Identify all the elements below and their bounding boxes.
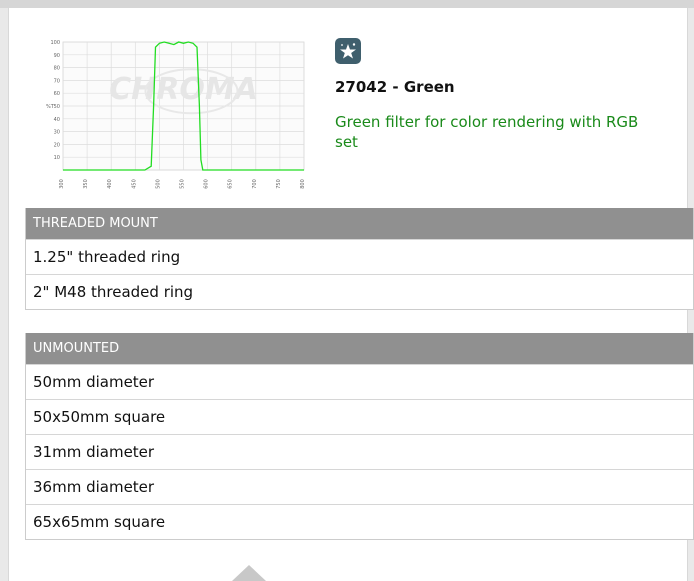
y-tick-label: 60	[54, 91, 60, 97]
x-tick-label: 300	[59, 179, 65, 189]
scroll-up-triangle-icon[interactable]	[232, 565, 266, 581]
y-tick-label: 10	[54, 155, 60, 161]
x-tick-label: 400	[107, 179, 113, 189]
y-tick-label: 80	[54, 66, 60, 72]
list-item[interactable]: 2" M48 threaded ring	[26, 274, 693, 309]
list-item[interactable]: 36mm diameter	[26, 469, 693, 504]
y-tick-label: 40	[54, 117, 60, 123]
sparkle-star-icon-glyph	[340, 43, 356, 59]
x-tick-label: 550	[180, 179, 186, 189]
x-tick-label: 600	[204, 179, 210, 189]
y-tick-label: 90	[54, 53, 60, 59]
card-left-border	[8, 8, 9, 581]
x-tick-label: 350	[83, 179, 89, 189]
section-header: UNMOUNTED	[26, 333, 693, 364]
transmission-chart: 10 20 30 40 50 60 70 80 90 100 300 350 400 450 500 550 6…	[36, 36, 312, 192]
y-tick-label: 30	[54, 130, 60, 136]
y-tick-label: 100	[50, 40, 60, 46]
section-threaded-mount: THREADED MOUNT 1.25" threaded ring 2" M4…	[25, 208, 694, 310]
y-axis-label: %T	[46, 104, 55, 110]
product-info: 27042 - Green Green filter for color ren…	[335, 38, 655, 152]
x-tick-label: 650	[228, 179, 234, 189]
list-item[interactable]: 1.25" threaded ring	[26, 239, 693, 274]
y-tick-label: 70	[54, 78, 60, 84]
section-header: THREADED MOUNT	[26, 208, 693, 239]
product-description: Green filter for color rendering with RG…	[335, 113, 639, 151]
x-tick-label: 500	[155, 179, 161, 189]
x-tick-label: 800	[300, 179, 306, 189]
section-unmounted: UNMOUNTED 50mm diameter 50x50mm square 3…	[25, 333, 694, 540]
chroma-watermark: CHROMA	[109, 72, 258, 107]
x-tick-label: 700	[252, 179, 258, 189]
top-border	[0, 0, 694, 8]
y-tick-label: 50	[54, 104, 60, 110]
list-item[interactable]: 50mm diameter	[26, 364, 693, 399]
list-item[interactable]: 50x50mm square	[26, 399, 693, 434]
y-tick-label: 20	[54, 142, 60, 148]
transmission-chart-svg: 10 20 30 40 50 60 70 80 90 100 300 350 400 450 500 550 6…	[46, 40, 306, 189]
list-item[interactable]: 65x65mm square	[26, 504, 693, 539]
sparkle-star-icon[interactable]	[335, 38, 361, 64]
x-tick-label: 750	[276, 179, 282, 189]
product-title: 27042 - Green	[335, 78, 455, 96]
x-tick-label: 450	[131, 179, 137, 189]
list-item[interactable]: 31mm diameter	[26, 434, 693, 469]
